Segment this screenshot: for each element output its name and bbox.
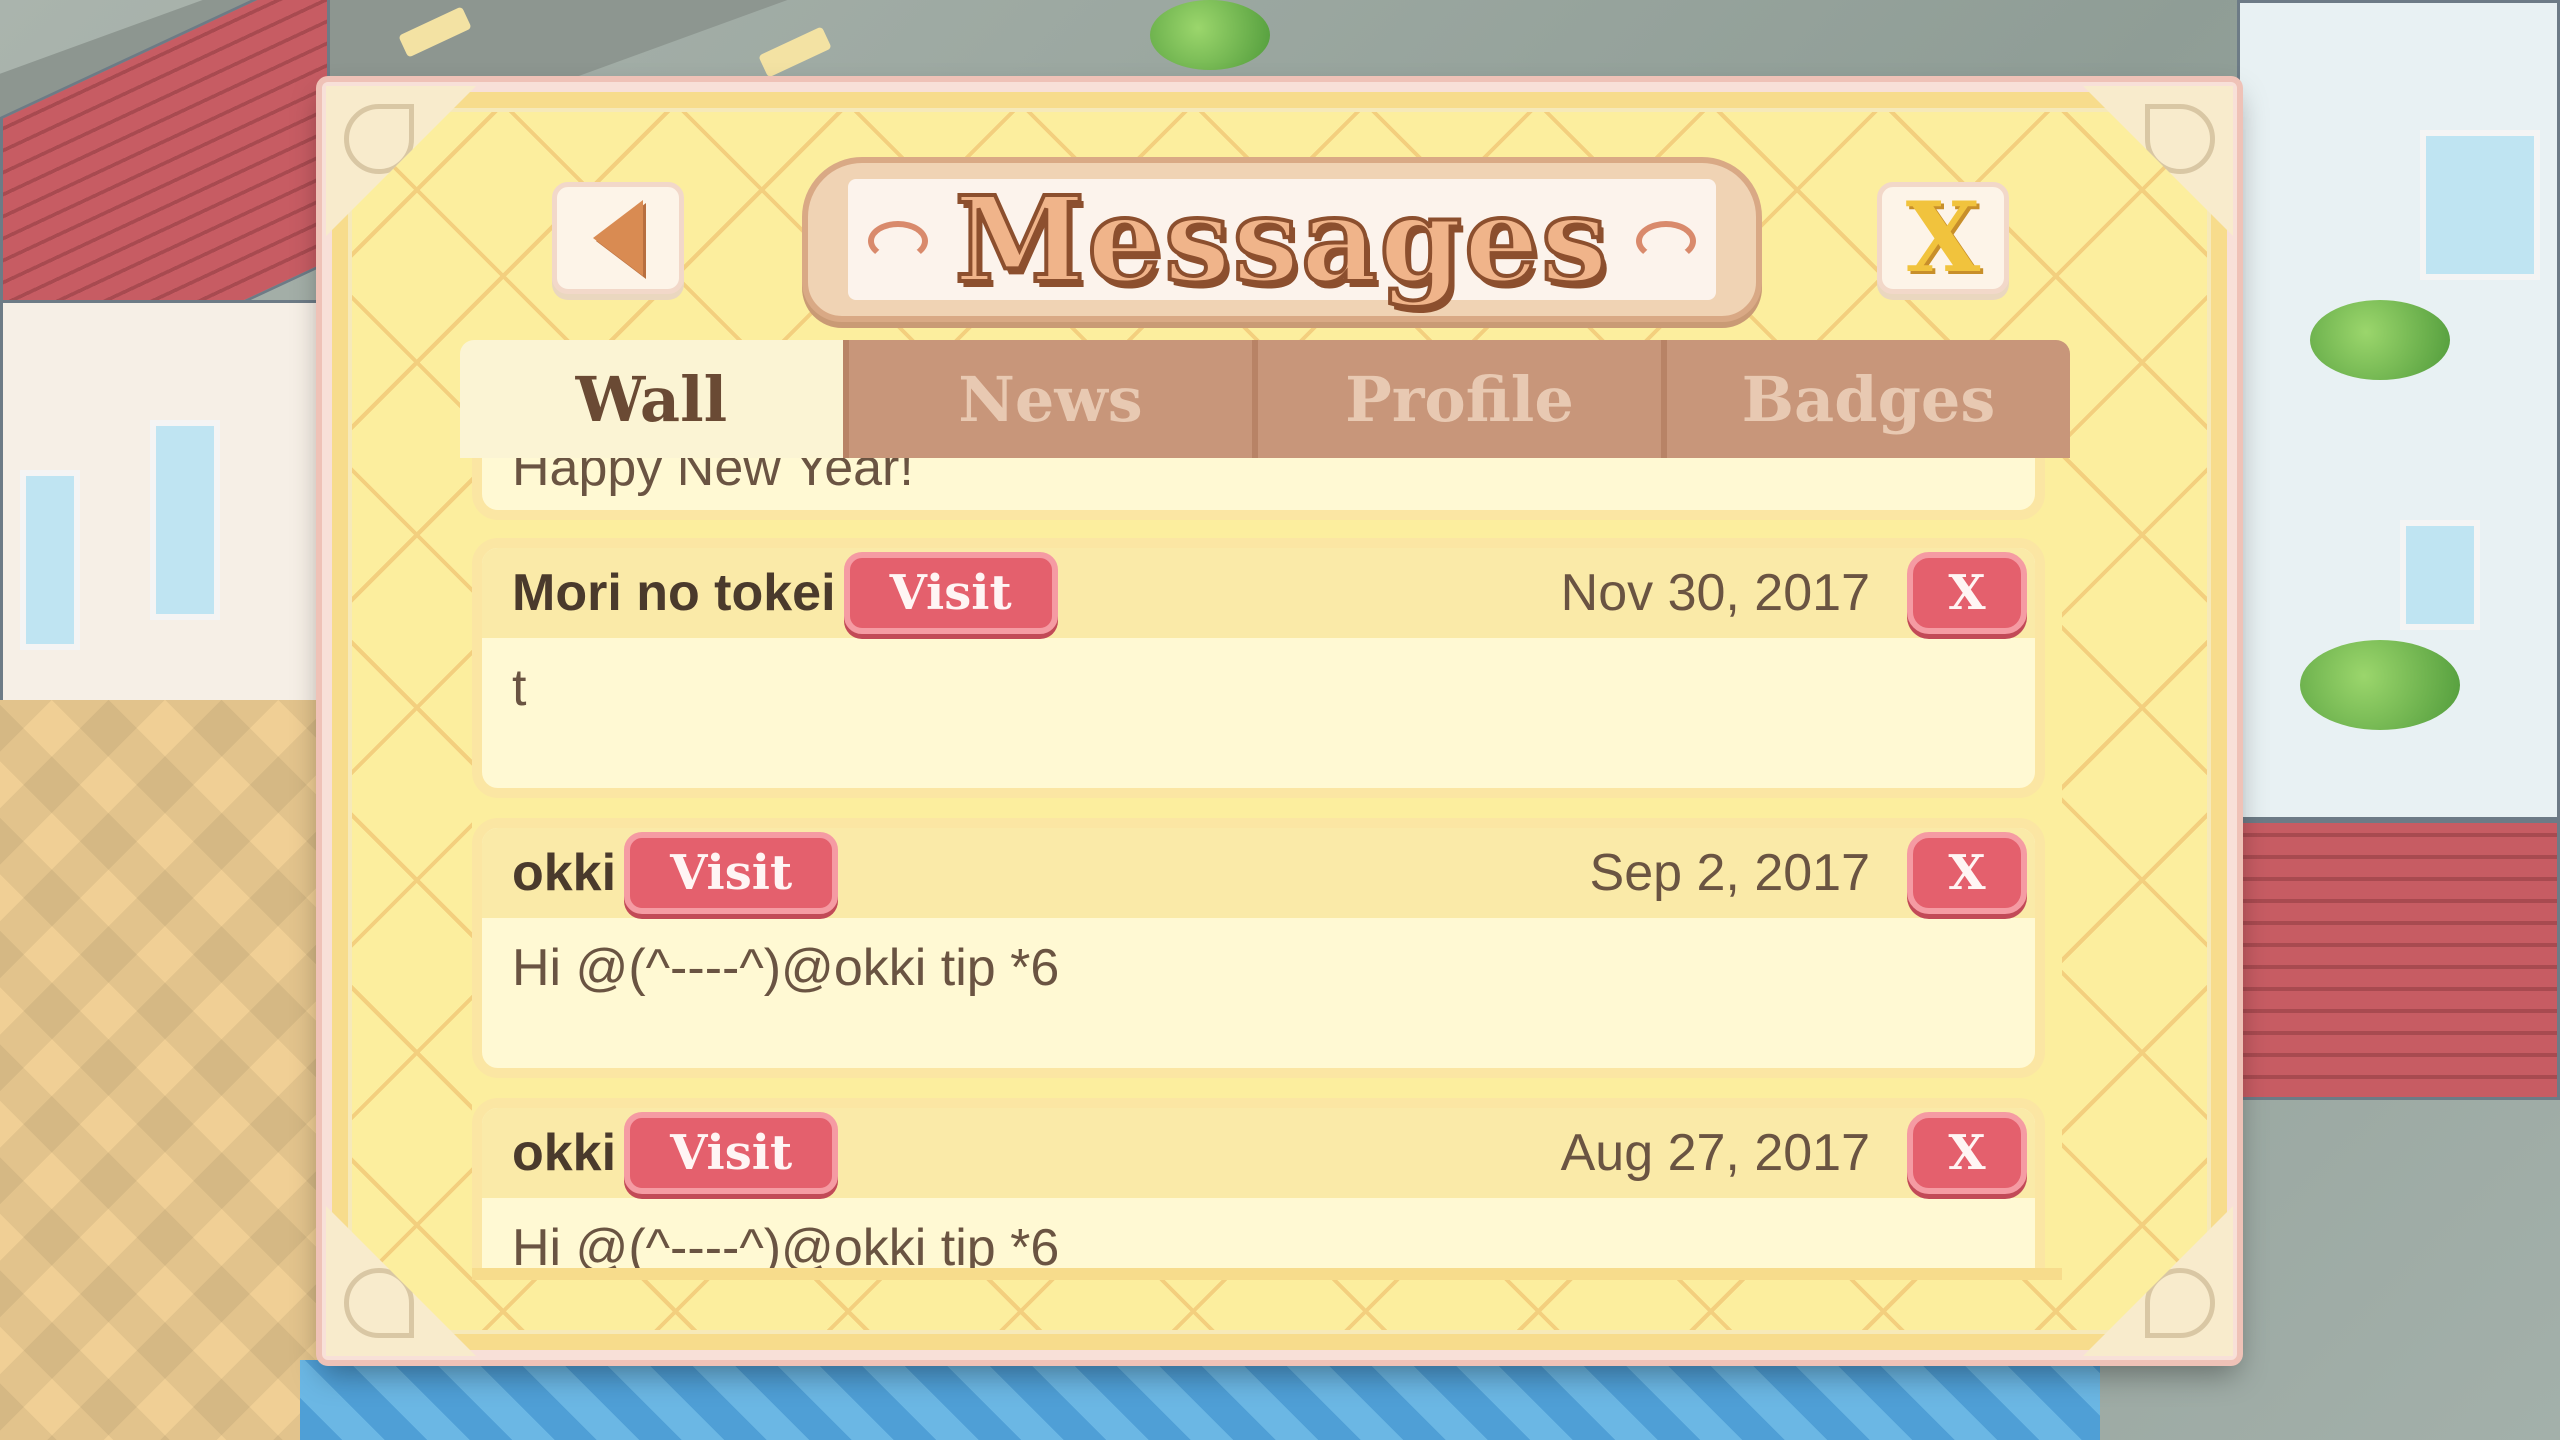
visit-button[interactable]: Visit <box>624 832 839 914</box>
flourish-ornament <box>1636 221 1696 261</box>
flourish-ornament <box>868 221 928 261</box>
message-date: Nov 30, 2017 <box>1560 564 1870 622</box>
message-text: Happy New Year! <box>512 458 914 497</box>
close-button[interactable]: X <box>1877 182 2009 294</box>
apartment-window <box>2400 520 2480 630</box>
list-bottom-edge <box>472 1268 2062 1280</box>
message-text: t <box>512 659 527 717</box>
delete-message-button[interactable]: X <box>1907 1112 2027 1194</box>
left-arrow-icon <box>593 200 643 276</box>
back-button[interactable] <box>552 182 684 294</box>
tab-news[interactable]: News <box>842 340 1252 458</box>
message-list[interactable]: Happy New Year! Mori no tokei Visit Nov … <box>472 458 2062 1268</box>
dialog-title: Messages <box>952 168 1610 311</box>
message-date: Aug 27, 2017 <box>1560 1124 1870 1182</box>
message-header: okki Visit Aug 27, 2017 X <box>482 1108 2035 1198</box>
message-text: Hi @(^----^)@okki tip *6 <box>512 1219 1060 1268</box>
close-icon: X <box>1905 181 1981 294</box>
message-author[interactable]: Mori no tokei <box>512 563 836 623</box>
message-item: okki Visit Aug 27, 2017 X Hi @(^----^)@o… <box>472 1098 2045 1268</box>
message-author[interactable]: okki <box>512 843 616 903</box>
flower-bush <box>2310 300 2450 380</box>
message-header: okki Visit Sep 2, 2017 X <box>482 828 2035 918</box>
shop-floor <box>0 700 330 1440</box>
delete-message-button[interactable]: X <box>1907 832 2027 914</box>
tab-badges[interactable]: Badges <box>1660 340 2070 458</box>
tiled-floor <box>300 1360 2100 1440</box>
title-banner: Messages <box>802 157 1762 322</box>
flower-bush <box>1150 0 1270 70</box>
message-item: Happy New Year! <box>472 458 2045 520</box>
tab-profile[interactable]: Profile <box>1251 340 1661 458</box>
visit-button[interactable]: Visit <box>624 1112 839 1194</box>
shop-window <box>20 470 80 650</box>
visit-button[interactable]: Visit <box>843 552 1058 634</box>
message-author[interactable]: okki <box>512 1123 616 1183</box>
road-marking <box>758 26 832 78</box>
message-date: Sep 2, 2017 <box>1589 844 1870 902</box>
message-item: Mori no tokei Visit Nov 30, 2017 X t <box>472 538 2045 798</box>
apartment-window <box>2420 130 2540 280</box>
flower-bush <box>2300 640 2460 730</box>
message-text: Hi @(^----^)@okki tip *6 <box>512 939 1060 997</box>
tab-wall[interactable]: Wall <box>460 340 843 458</box>
messages-dialog: Messages X Wall News Profile Badges Happ… <box>322 82 2237 1360</box>
message-header: Mori no tokei Visit Nov 30, 2017 X <box>482 548 2035 638</box>
message-item: okki Visit Sep 2, 2017 X Hi @(^----^)@ok… <box>472 818 2045 1078</box>
brick-sidewalk <box>2237 820 2560 1100</box>
delete-message-button[interactable]: X <box>1907 552 2027 634</box>
tab-bar: Wall News Profile Badges <box>460 340 2070 458</box>
shop-window <box>150 420 220 620</box>
